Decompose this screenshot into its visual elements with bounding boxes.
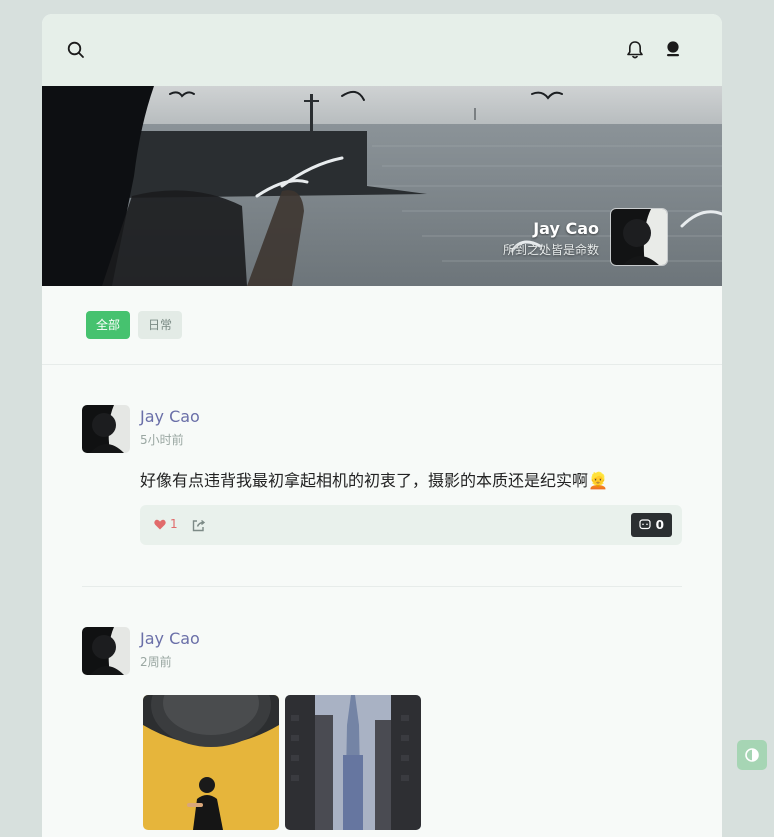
post-photo[interactable] bbox=[285, 695, 421, 830]
post-card: Jay Cao 5小时前 好像有点违背我最初拿起相机的初衷了，摄影的本质还是纪实… bbox=[82, 405, 682, 555]
comment-icon bbox=[639, 519, 651, 530]
share-icon[interactable] bbox=[192, 517, 208, 533]
like-button[interactable]: 1 bbox=[154, 517, 178, 531]
post-author[interactable]: Jay Cao bbox=[140, 407, 200, 426]
like-count: 1 bbox=[170, 517, 178, 531]
post-photo[interactable] bbox=[143, 695, 279, 830]
profile-avatar[interactable] bbox=[610, 208, 668, 266]
user-icon[interactable] bbox=[661, 38, 685, 62]
post-author[interactable]: Jay Cao bbox=[140, 629, 200, 648]
author-avatar[interactable] bbox=[82, 627, 130, 675]
profile-banner: Jay Cao 所到之处皆是命数 bbox=[42, 86, 722, 286]
post-card: Jay Cao 2周前 bbox=[82, 627, 682, 837]
post-content: 好像有点违背我最初拿起相机的初衷了，摄影的本质还是纪实啊👱 bbox=[140, 471, 608, 490]
search-icon[interactable] bbox=[64, 38, 88, 62]
post-time: 2周前 bbox=[140, 655, 172, 669]
filter-daily[interactable]: 日常 bbox=[138, 311, 183, 339]
profile-name: Jay Cao bbox=[533, 219, 599, 238]
theme-icon bbox=[745, 748, 759, 762]
post-time: 5小时前 bbox=[140, 433, 184, 447]
bell-icon[interactable] bbox=[623, 38, 647, 62]
top-bar bbox=[42, 14, 722, 86]
heart-icon bbox=[154, 519, 166, 529]
post-divider bbox=[82, 586, 682, 587]
app-window: Jay Cao 所到之处皆是命数 全部 日常 Jay Cao 5小时前 好像有点… bbox=[42, 14, 722, 837]
post-actions: 1 0 bbox=[140, 505, 682, 545]
theme-toggle-button[interactable] bbox=[737, 740, 767, 770]
category-filters: 全部 日常 bbox=[42, 286, 722, 365]
author-avatar[interactable] bbox=[82, 405, 130, 453]
comment-button[interactable]: 0 bbox=[630, 513, 672, 537]
profile-signature: 所到之处皆是命数 bbox=[502, 243, 599, 257]
filter-all[interactable]: 全部 bbox=[86, 311, 131, 339]
comment-count: 0 bbox=[655, 518, 664, 532]
